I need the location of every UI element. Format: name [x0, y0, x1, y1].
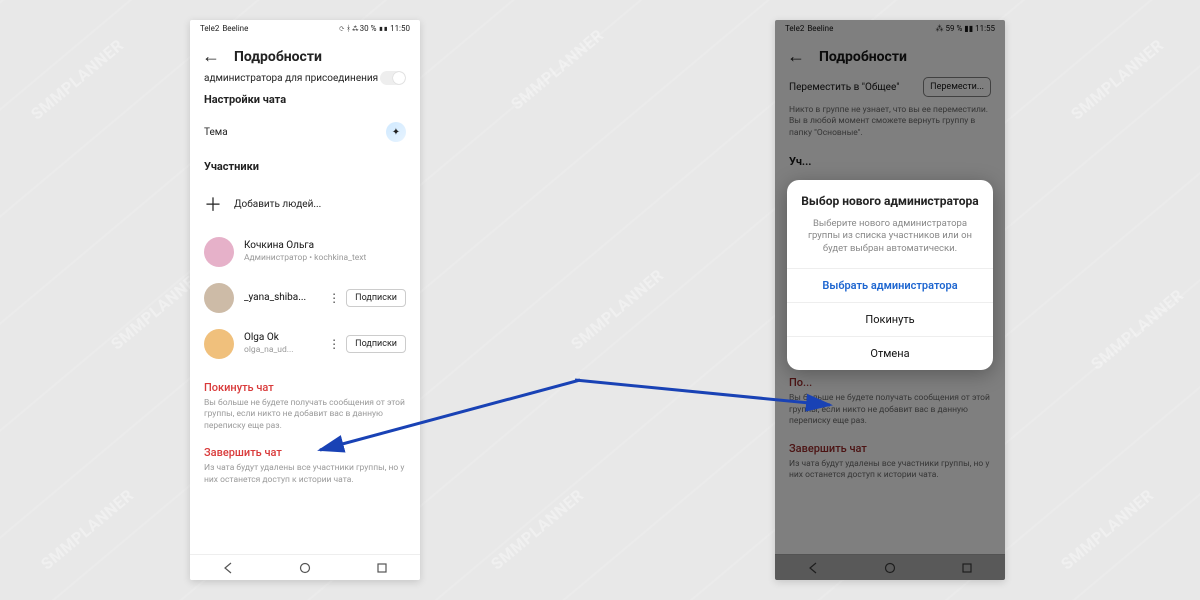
annotation-arrow	[0, 0, 1200, 600]
